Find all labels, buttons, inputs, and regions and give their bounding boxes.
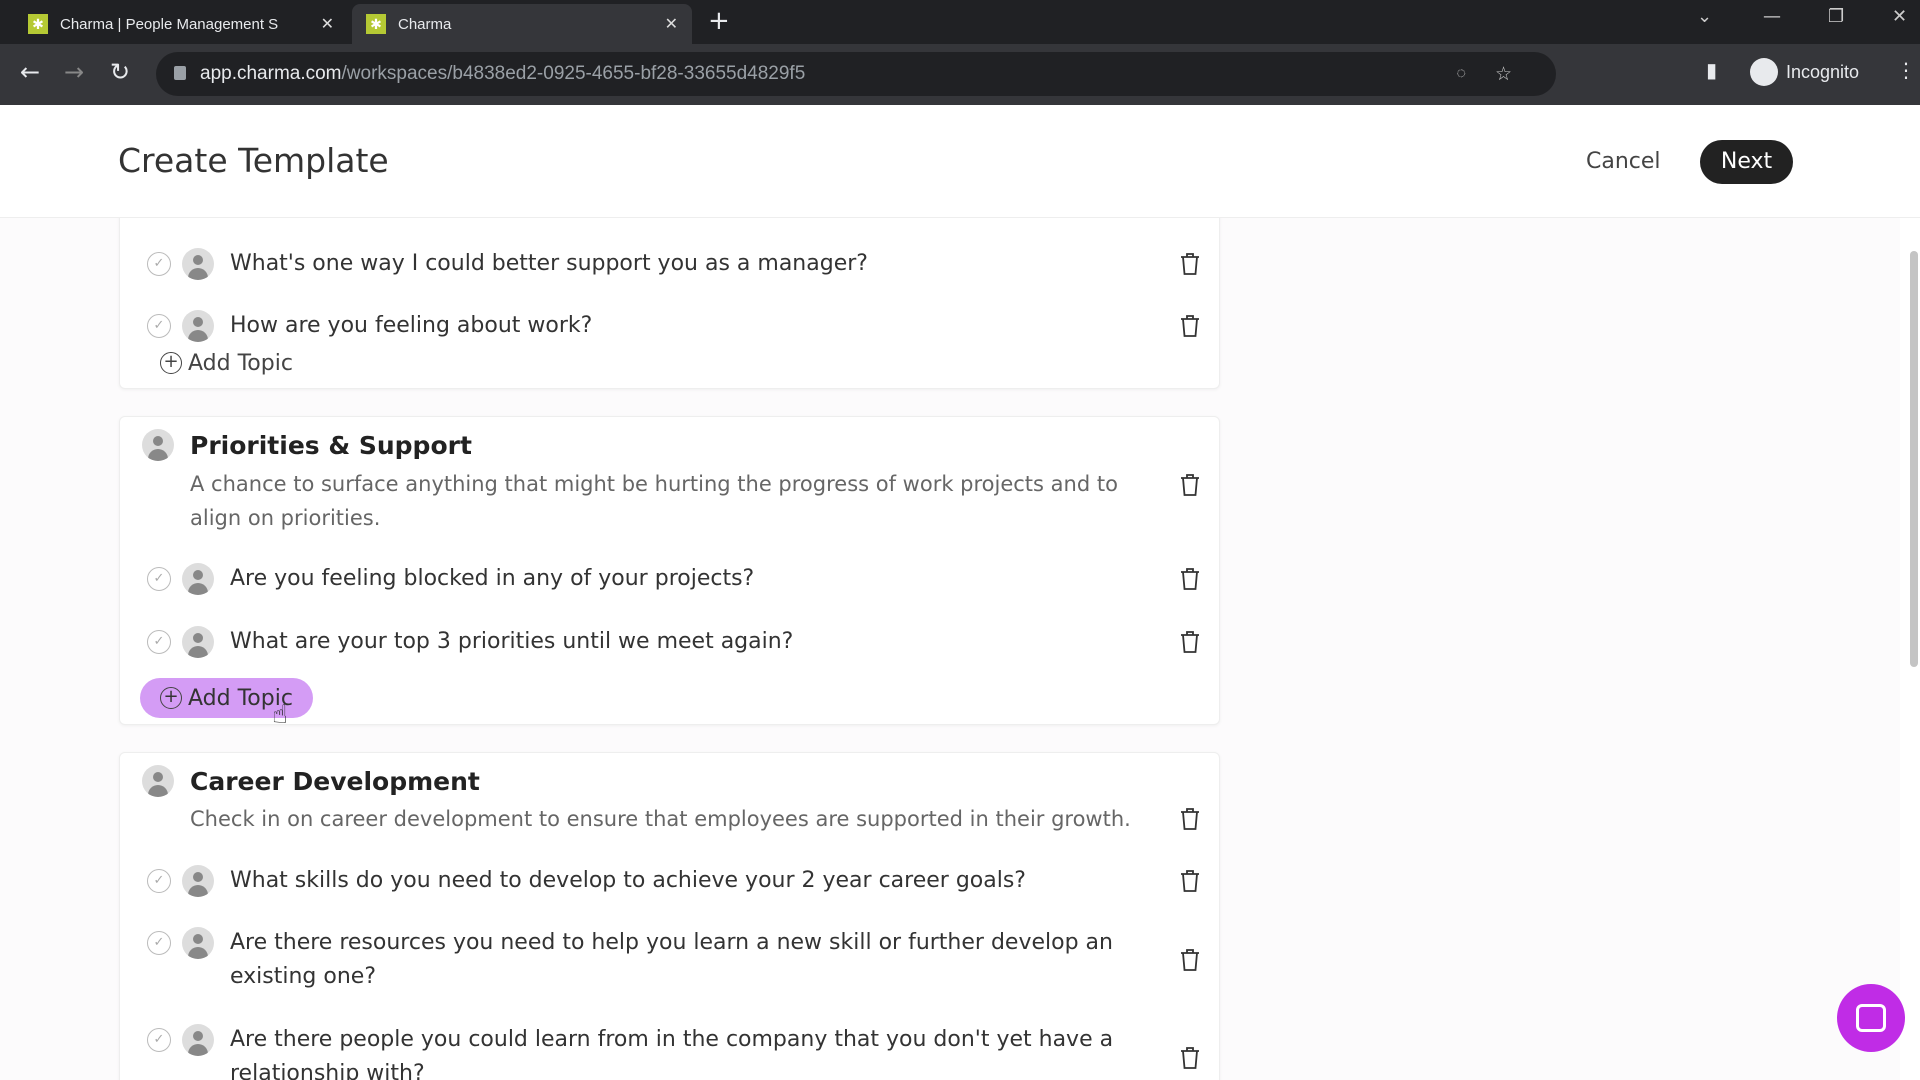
restore-icon[interactable]: ❐	[1828, 6, 1844, 27]
avatar-icon	[182, 248, 214, 280]
page-header: Create Template Cancel Next	[0, 105, 1920, 218]
trash-icon[interactable]	[1180, 807, 1200, 831]
check-icon[interactable]: ✓	[147, 314, 171, 338]
avatar-icon	[182, 927, 214, 959]
browser-tab-bar: ✱ Charma | People Management S ✕ ✱ Charma ✕ …	[0, 0, 1920, 44]
section-card-career-development: Career Development Check in on career de…	[119, 752, 1220, 1080]
avatar-icon	[182, 310, 214, 342]
topic-text[interactable]: What skills do you need to develop to ac…	[230, 864, 1160, 898]
tab-search-icon[interactable]: ⌄	[1697, 6, 1712, 27]
charma-favicon-icon: ✱	[28, 14, 48, 34]
template-sections[interactable]: ✓ What's one way I could better support …	[0, 218, 1900, 1080]
topic-text[interactable]: Are you feeling blocked in any of your p…	[230, 562, 1160, 596]
trash-icon[interactable]	[1180, 1046, 1200, 1070]
reload-icon[interactable]: ↻	[110, 58, 130, 86]
topic-text[interactable]: Are there resources you need to help you…	[230, 926, 1160, 994]
topic-text[interactable]: Are there people you could learn from in…	[230, 1023, 1160, 1080]
check-icon[interactable]: ✓	[147, 1028, 171, 1052]
bookmark-star-icon[interactable]: ☆	[1495, 63, 1512, 86]
page-scrollbar[interactable]	[1910, 251, 1918, 667]
close-tab-icon[interactable]: ✕	[665, 14, 678, 34]
url-host: app.charma.com	[200, 63, 342, 84]
new-tab-icon[interactable]: +	[708, 6, 730, 36]
tab-label: Charma | People Management S	[60, 15, 279, 33]
section-description[interactable]: A chance to surface anything that might …	[190, 467, 1150, 535]
section-title[interactable]: Career Development	[190, 767, 480, 796]
check-icon[interactable]: ✓	[147, 252, 171, 276]
section-card: ✓ What's one way I could better support …	[119, 218, 1220, 389]
back-icon[interactable]: ←	[20, 58, 40, 86]
incognito-profile[interactable]: Incognito	[1750, 58, 1859, 86]
trash-icon[interactable]	[1180, 869, 1200, 893]
minimize-icon[interactable]: —	[1763, 6, 1781, 27]
address-bar-row: ← → ↻ app.charma.com/workspaces/b4838ed2…	[0, 44, 1920, 105]
close-window-icon[interactable]: ✕	[1892, 6, 1907, 27]
cancel-button[interactable]: Cancel	[1586, 149, 1661, 174]
trash-icon[interactable]	[1180, 473, 1200, 497]
next-button[interactable]: Next	[1700, 140, 1793, 184]
chat-support-button[interactable]	[1837, 984, 1905, 1052]
section-title[interactable]: Priorities & Support	[190, 431, 472, 460]
avatar-icon	[182, 563, 214, 595]
add-topic-label: Add Topic	[188, 350, 293, 376]
add-topic-button[interactable]: + Add Topic	[140, 343, 313, 383]
url-path: /workspaces/b4838ed2-0925-4655-bf28-3365…	[341, 63, 806, 84]
plus-circle-icon: +	[160, 687, 182, 709]
browser-tab-active[interactable]: ✱ Charma ✕	[352, 4, 692, 44]
page-title: Create Template	[118, 141, 389, 180]
menu-icon[interactable]: ⋮	[1896, 58, 1916, 82]
forward-icon[interactable]: →	[64, 58, 84, 86]
lock-icon	[174, 66, 186, 80]
avatar-icon	[182, 865, 214, 897]
topic-text[interactable]: What are your top 3 priorities until we …	[230, 625, 1160, 659]
chat-icon	[1856, 1004, 1886, 1032]
check-icon[interactable]: ✓	[147, 931, 171, 955]
tab-label: Charma	[398, 15, 452, 33]
section-card-priorities-support: Priorities & Support A chance to surface…	[119, 416, 1220, 725]
trash-icon[interactable]	[1180, 252, 1200, 276]
close-tab-icon[interactable]: ✕	[321, 14, 334, 34]
browser-tab[interactable]: ✱ Charma | People Management S ✕	[14, 4, 348, 44]
check-icon[interactable]: ✓	[147, 630, 171, 654]
trash-icon[interactable]	[1180, 567, 1200, 591]
incognito-icon	[1750, 58, 1778, 86]
eye-off-icon[interactable]: ◌	[1456, 65, 1466, 83]
topic-text[interactable]: How are you feeling about work?	[230, 309, 1160, 343]
trash-icon[interactable]	[1180, 948, 1200, 972]
check-icon[interactable]: ✓	[147, 869, 171, 893]
profile-label: Incognito	[1786, 61, 1860, 82]
avatar-icon	[142, 765, 174, 797]
charma-favicon-icon: ✱	[366, 14, 386, 34]
hand-cursor-icon: ☝	[272, 700, 288, 730]
check-icon[interactable]: ✓	[147, 567, 171, 591]
trash-icon[interactable]	[1180, 630, 1200, 654]
url-field[interactable]: app.charma.com/workspaces/b4838ed2-0925-…	[156, 52, 1556, 96]
avatar-icon	[182, 1024, 214, 1056]
avatar-icon	[182, 626, 214, 658]
plus-circle-icon: +	[160, 352, 182, 374]
topic-text[interactable]: What's one way I could better support yo…	[230, 247, 1160, 281]
side-panel-icon[interactable]: ▮	[1706, 58, 1717, 82]
trash-icon[interactable]	[1180, 314, 1200, 338]
avatar-icon	[142, 429, 174, 461]
section-description[interactable]: Check in on career development to ensure…	[190, 802, 1150, 836]
